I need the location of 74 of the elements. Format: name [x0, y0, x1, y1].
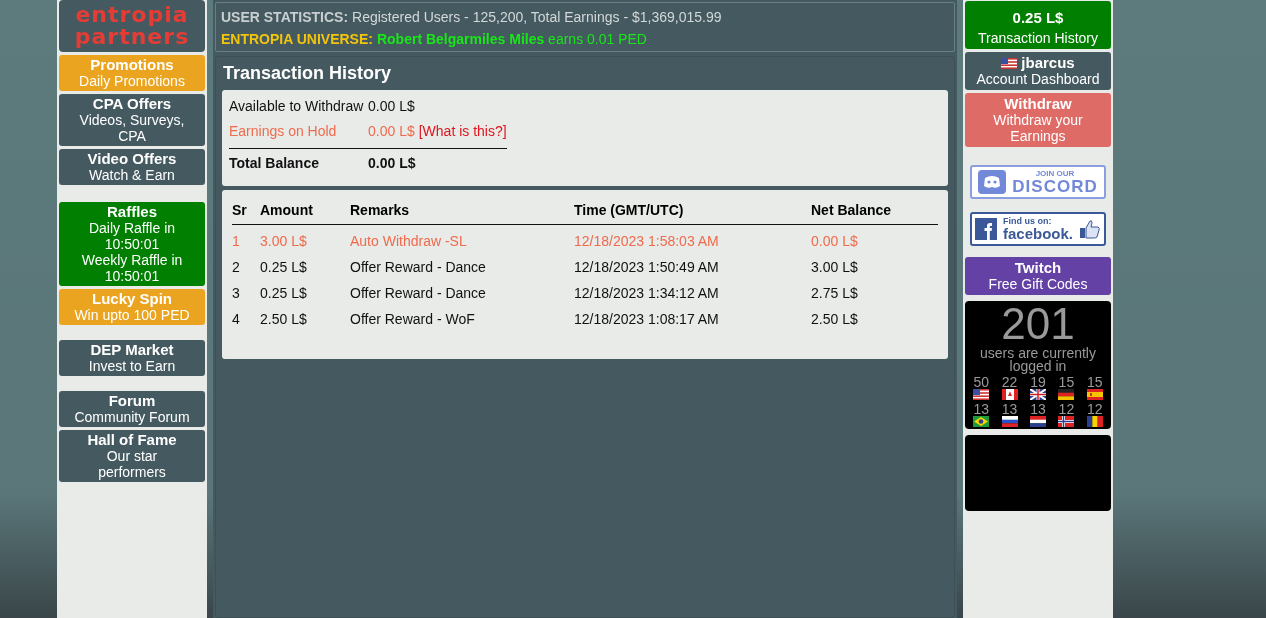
facebook-icon [975, 218, 997, 240]
summary-label: Total Balance [229, 155, 320, 171]
table-cell: 12/18/2023 1:08:17 AM [574, 303, 811, 329]
summary-value: 0.00 L$ [368, 123, 415, 139]
country-count: 12 [1058, 402, 1075, 416]
flag-icon [973, 416, 990, 427]
discord-badge[interactable]: JOIN OUR DISCORD [970, 165, 1106, 199]
summary-label: Earnings on Hold [229, 123, 338, 139]
table-cell: Auto Withdraw -SL [350, 224, 574, 251]
flag-icon [1086, 389, 1103, 400]
column-header: Sr [232, 200, 260, 225]
flag-icon [1030, 416, 1046, 427]
column-header: Remarks [350, 200, 574, 225]
news-text: Robert Belgarmiles Miles earns 0.01 PED [376, 31, 647, 47]
table-cell: 1 [232, 224, 260, 251]
nav-tile[interactable]: Hall of Fame Our star performers [59, 430, 205, 482]
stats-label: USER STATISTICS: [221, 9, 349, 25]
flag-icon [1058, 389, 1075, 400]
flag-icon [1030, 389, 1046, 400]
table-cell: 2.50 L$ [260, 303, 350, 329]
table-cell: 4 [232, 303, 260, 329]
table-cell-text: 2.75 L$ [811, 284, 859, 303]
nav-tile[interactable]: Twitch Free Gift Codes [965, 257, 1111, 295]
nav-tile[interactable]: DEP Market Invest to Earn [59, 340, 205, 376]
column-header: Time (GMT/UTC) [574, 200, 811, 225]
thumbs-up-icon [1079, 219, 1101, 239]
country-count: 13 [1001, 402, 1018, 416]
news-label: ENTROPIA UNIVERSE: [221, 31, 373, 47]
table-cell-text: 2.50 L$ [811, 310, 859, 329]
discord-icon [978, 170, 1007, 194]
country-count: 50 [973, 375, 989, 389]
nav-tile[interactable]: 0.25 L$ Transaction History [965, 1, 1111, 49]
table-cell-text: Offer Reward - Dance [350, 258, 487, 277]
flag-icon [1058, 416, 1075, 427]
flag-icon [1001, 389, 1018, 400]
table-cell-text: Offer Reward - Dance [350, 284, 487, 303]
stats-text: Registered Users - 125,200, Total Earnings - $1,369,015.99 [352, 9, 722, 25]
table-cell: 3.00 L$ [260, 224, 350, 251]
table-cell: 3 [232, 277, 260, 303]
flag-icon [973, 389, 990, 400]
country-count: 15 [1058, 375, 1075, 389]
flag-icon [1001, 416, 1018, 427]
table-cell: 12/18/2023 1:50:49 AM [574, 251, 811, 277]
table-cell-text: Offer Reward - WoF [350, 310, 476, 329]
nav-tile[interactable]: Raffles Daily Raffle in 10:50:01 Weekly Raffle in 10:50:01 [59, 202, 205, 286]
table-cell: 12/18/2023 1:34:12 AM [574, 277, 811, 303]
column-header: Amount [260, 200, 350, 225]
online-label: users are currently logged in [979, 347, 1097, 373]
country-count: 13 [1030, 402, 1046, 416]
panel-title: Transaction History [222, 62, 393, 85]
nav-tile[interactable]: Video Offers Watch & Earn [59, 149, 205, 185]
table-cell: 0.00 L$ [811, 224, 938, 251]
summary-value: 0.00 L$ [368, 155, 416, 171]
column-header: Net Balance [811, 200, 938, 225]
nav-tile[interactable]: CPA Offers Videos, Surveys, CPA [59, 94, 205, 146]
summary-label: Available to Withdraw [229, 98, 365, 114]
table-cell: 12/18/2023 1:58:03 AM [574, 224, 811, 251]
country-count: 22 [1001, 375, 1018, 389]
table-cell: 2 [232, 251, 260, 277]
online-count: 201 [1000, 301, 1075, 347]
nav-tile[interactable]: jbarcus Account Dashboard [965, 52, 1111, 90]
flag-icon [1086, 416, 1103, 427]
country-count: 12 [1087, 402, 1103, 416]
country-count: 15 [1087, 375, 1103, 389]
flag-icon [1001, 57, 1018, 69]
summary-value: 0.00 L$ [368, 98, 415, 114]
table-cell: 0.25 L$ [260, 277, 350, 303]
help-link[interactable]: [What is this?] [418, 123, 507, 139]
nav-tile[interactable]: Forum Community Forum [59, 391, 205, 427]
country-count: 13 [973, 402, 989, 416]
facebook-badge[interactable]: Find us on: facebook. [970, 212, 1106, 246]
table-cell: 0.25 L$ [260, 251, 350, 277]
country-count: 19 [1030, 375, 1046, 389]
table-cell-text: 3.00 L$ [811, 258, 859, 277]
